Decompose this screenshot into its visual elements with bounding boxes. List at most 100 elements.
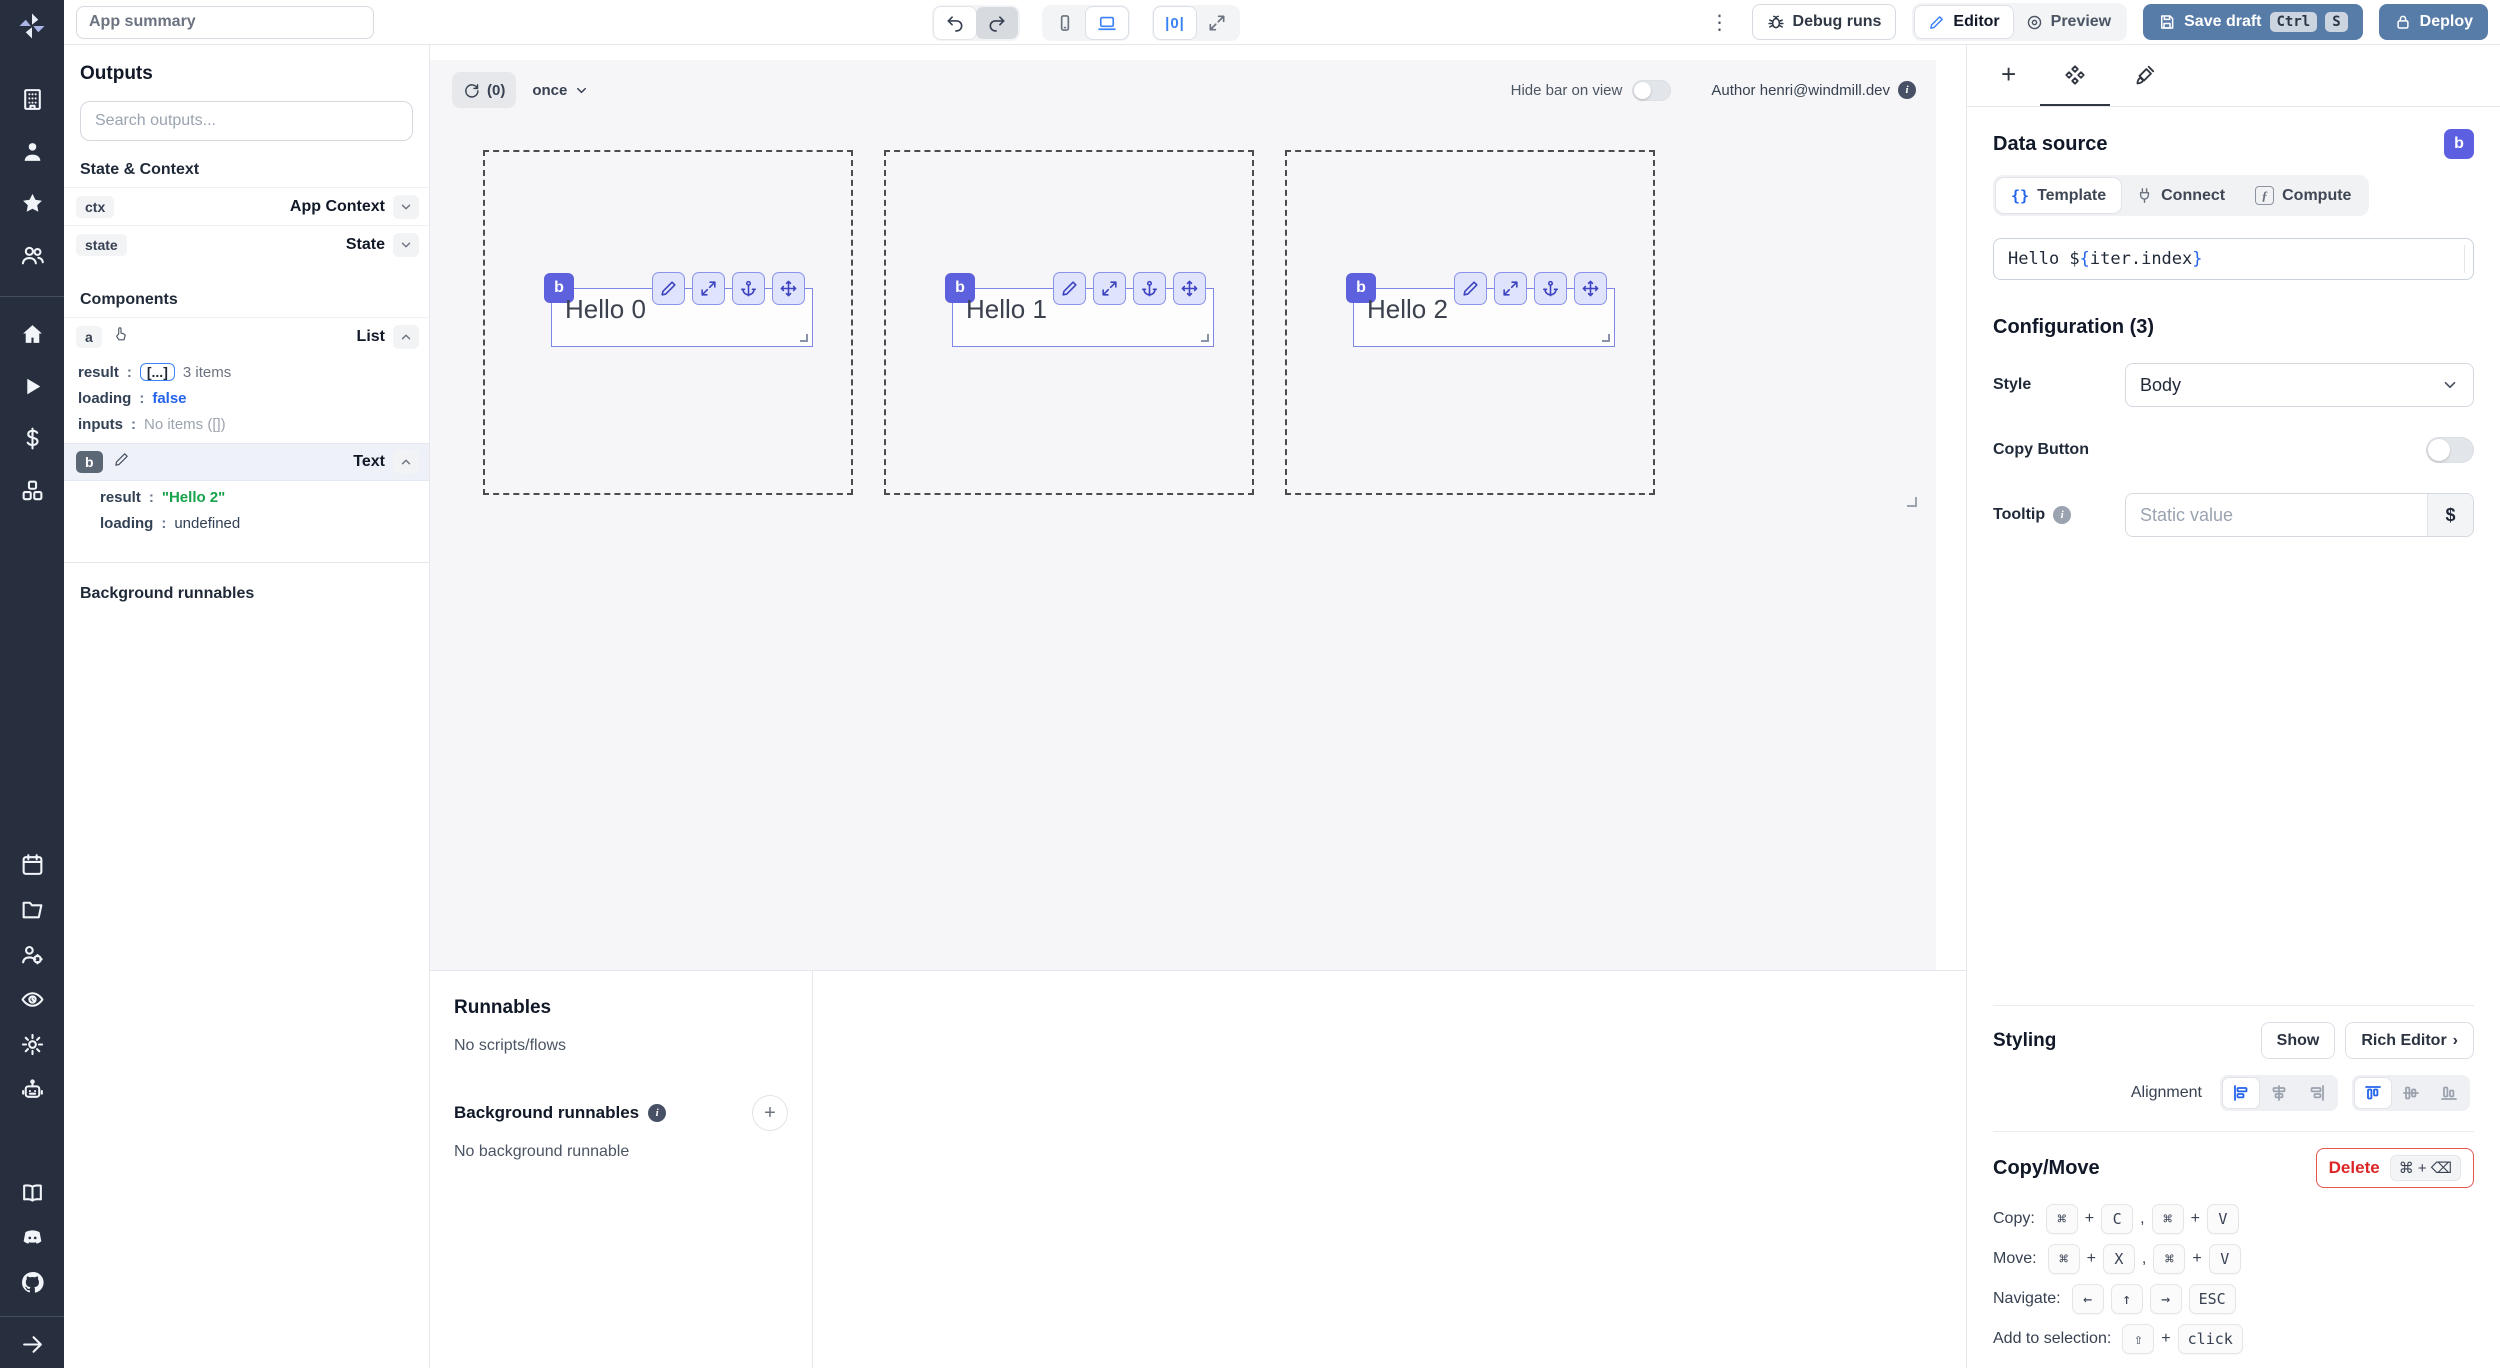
runs-play-icon[interactable] [19, 373, 46, 400]
anchor-icon[interactable] [1133, 272, 1166, 305]
align-right-button[interactable] [2299, 1078, 2335, 1108]
component-a-collapse-chevron-up-icon[interactable] [393, 324, 419, 349]
redo-button[interactable] [976, 7, 1018, 39]
insert-component-tab[interactable]: + [1977, 45, 2040, 106]
move-icon[interactable] [1173, 272, 1206, 305]
text-component-value: Hello 1 [966, 294, 1047, 324]
expand-sidebar-arrow-icon[interactable] [19, 1331, 46, 1358]
text-component-1[interactable]: b Hello 1 [945, 272, 1214, 347]
windmill-logo-icon[interactable] [14, 8, 50, 44]
template-code-input[interactable]: Hello ${iter.index} [1993, 238, 2474, 280]
ctx-expand-chevron-down-icon[interactable] [393, 194, 419, 219]
plus-separator: + [2190, 1210, 2200, 1227]
app-summary-input[interactable] [76, 5, 374, 39]
align-center-horizontal-button[interactable] [2261, 1078, 2297, 1108]
state-row[interactable]: state State [64, 225, 429, 263]
info-icon[interactable]: i [2053, 506, 2072, 524]
text-component-0[interactable]: b Hello 0 [544, 272, 813, 347]
expand-icon[interactable] [1093, 272, 1126, 305]
align-bottom-button[interactable] [2431, 1078, 2467, 1108]
more-menu-icon[interactable]: ⋮ [1704, 10, 1736, 35]
discord-icon[interactable] [19, 1224, 46, 1251]
copy-button-toggle[interactable] [2426, 437, 2474, 463]
style-select[interactable]: Body [2125, 363, 2474, 407]
grid-resize-corner[interactable] [1907, 497, 1917, 507]
list-item-container-2[interactable]: b Hello 2 [1285, 150, 1655, 495]
move-icon[interactable] [1574, 272, 1607, 305]
settings-gear-icon[interactable] [19, 1031, 46, 1058]
resize-handle[interactable] [1602, 334, 1610, 342]
edit-pencil-icon[interactable] [652, 272, 685, 305]
user-icon[interactable] [19, 138, 46, 165]
github-icon[interactable] [19, 1269, 46, 1296]
resize-handle[interactable] [800, 334, 808, 342]
search-outputs-input[interactable] [80, 101, 413, 141]
refresh-policy-dropdown[interactable]: once [532, 82, 589, 99]
edit-pencil-icon[interactable] [1454, 272, 1487, 305]
workers-icon[interactable] [19, 941, 46, 968]
delete-component-button[interactable]: Delete ⌘ + ⌫ [2315, 1148, 2474, 1188]
resources-boxes-icon[interactable] [19, 477, 46, 504]
component-settings-tab[interactable] [2040, 45, 2111, 106]
move-icon[interactable] [772, 272, 805, 305]
ctx-row[interactable]: ctx App Context [64, 187, 429, 225]
align-center-vertical-button[interactable] [2393, 1078, 2429, 1108]
anchor-icon[interactable] [732, 272, 765, 305]
undo-button[interactable] [934, 7, 976, 39]
a-result-row[interactable]: result : [...] 3 items [78, 363, 421, 381]
align-top-button[interactable] [2355, 1078, 2391, 1108]
dynamic-value-dollar-button[interactable]: $ [2427, 494, 2473, 536]
list-item-container-0[interactable]: b Hello 0 [483, 150, 853, 495]
styling-tab[interactable] [2110, 45, 2180, 106]
editor-tab[interactable]: Editor [1915, 6, 2013, 38]
docs-book-icon[interactable] [19, 1179, 46, 1206]
align-left-button[interactable] [2223, 1078, 2259, 1108]
variables-dollar-icon[interactable] [19, 425, 46, 452]
folders-icon[interactable] [19, 896, 46, 923]
list-item-container-1[interactable]: b Hello 1 [884, 150, 1254, 495]
info-icon[interactable]: i [1898, 81, 1916, 99]
a-inputs-row[interactable]: inputs : No items ([]) [78, 416, 421, 433]
compute-mode-tab[interactable]: ƒ Compute [2240, 178, 2366, 213]
debug-runs-button[interactable]: Debug runs [1751, 4, 1897, 40]
state-expand-chevron-down-icon[interactable] [393, 232, 419, 257]
component-b-row-selected[interactable]: b Text [64, 443, 429, 481]
rename-pencil-icon[interactable] [113, 451, 130, 473]
component-b-collapse-chevron-up-icon[interactable] [393, 450, 419, 474]
text-component-2[interactable]: b Hello 2 [1346, 272, 1615, 347]
home-icon[interactable] [19, 321, 46, 348]
anchor-icon[interactable] [1534, 272, 1567, 305]
refresh-count-button[interactable]: (0) [452, 72, 517, 108]
audit-logs-eye-icon[interactable] [19, 986, 46, 1013]
preview-tab[interactable]: Preview [2013, 6, 2124, 38]
a-result-array-chip[interactable]: [...] [139, 363, 175, 381]
deploy-button[interactable]: Deploy [2378, 4, 2488, 40]
a-loading-row[interactable]: loading : false [78, 390, 421, 407]
expand-icon[interactable] [692, 272, 725, 305]
ai-robot-icon[interactable] [19, 1076, 46, 1103]
info-icon[interactable]: i [648, 1104, 667, 1122]
groups-icon[interactable] [19, 242, 46, 269]
schedules-calendar-icon[interactable] [19, 851, 46, 878]
desktop-view-button[interactable] [1086, 7, 1128, 39]
b-loading-row[interactable]: loading : undefined [100, 515, 421, 532]
fullscreen-button[interactable] [1196, 7, 1238, 39]
center-content-button[interactable]: |0| [1154, 7, 1196, 39]
save-draft-button[interactable]: Save draft Ctrl S [2143, 4, 2363, 40]
b-result-row[interactable]: result : "Hello 2" [100, 489, 421, 506]
expand-icon[interactable] [1494, 272, 1527, 305]
add-background-runnable-button[interactable]: + [752, 1095, 788, 1131]
workspace-icon[interactable] [19, 86, 46, 113]
tooltip-static-value-input[interactable] [2126, 494, 2427, 536]
rich-editor-button[interactable]: Rich Editor › [2345, 1022, 2474, 1059]
hide-bar-toggle[interactable] [1632, 79, 1672, 101]
show-styling-button[interactable]: Show [2260, 1022, 2336, 1059]
app-canvas[interactable]: (0) once Hide bar on view Author henri@w… [430, 60, 1936, 970]
resize-handle[interactable] [1201, 334, 1209, 342]
template-mode-tab[interactable]: {} Template [1996, 178, 2122, 213]
connect-mode-tab[interactable]: Connect [2121, 178, 2240, 213]
favorites-star-icon[interactable] [19, 190, 46, 217]
edit-pencil-icon[interactable] [1053, 272, 1086, 305]
component-a-row[interactable]: a List [64, 317, 429, 355]
mobile-view-button[interactable] [1044, 7, 1086, 39]
